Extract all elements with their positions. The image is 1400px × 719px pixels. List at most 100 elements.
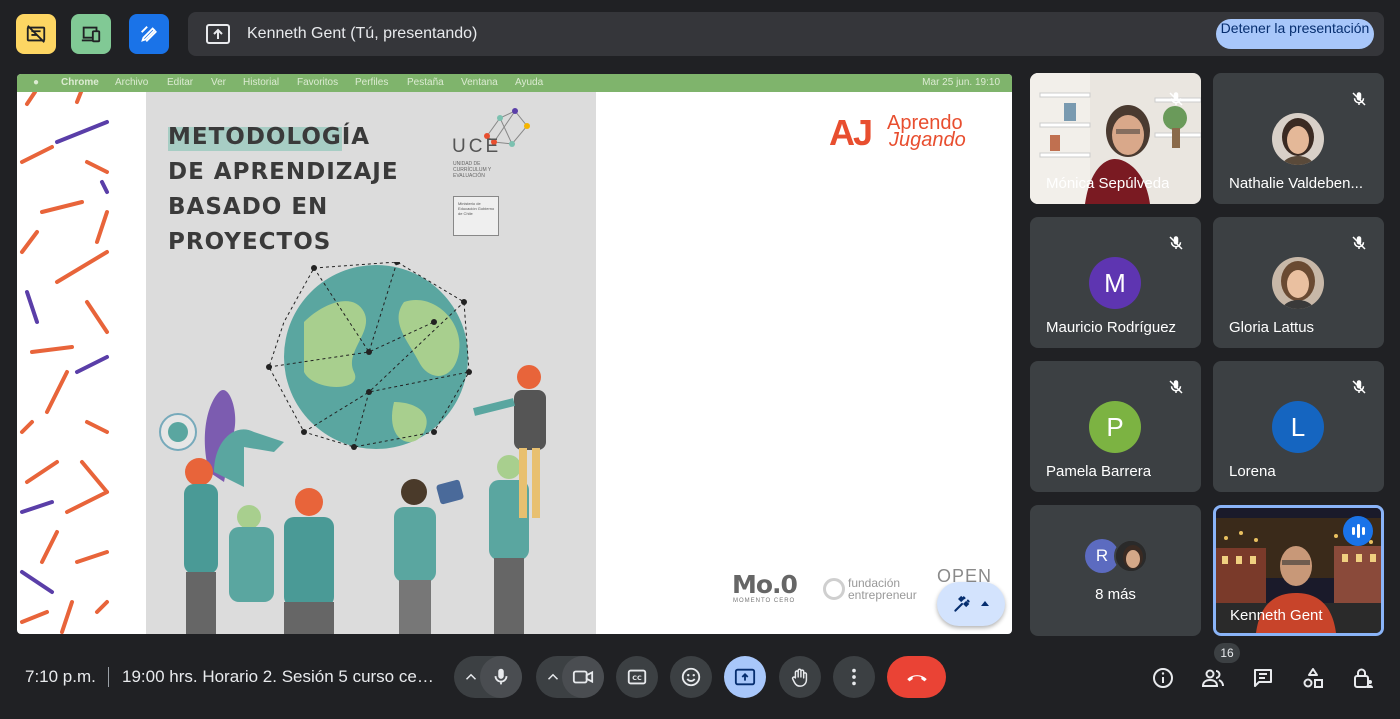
profile-photo xyxy=(1272,257,1324,309)
participant-name: Kenneth Gent xyxy=(1230,607,1323,624)
mic-off-icon xyxy=(1169,380,1183,394)
title-line: PROYECTOS xyxy=(168,229,332,255)
book-cover: METODOLOGÍA DE APRENDIZAJE BASADO EN PRO… xyxy=(146,92,596,634)
participant-tile[interactable]: P Pamela Barrera xyxy=(1030,361,1201,492)
more-participants-tile[interactable]: R 8 más xyxy=(1030,505,1201,636)
speaking-indicator-icon xyxy=(1343,516,1373,546)
menu-item: Ventana xyxy=(461,77,498,88)
divider xyxy=(108,667,109,687)
camera-control[interactable] xyxy=(536,656,604,698)
present-button[interactable] xyxy=(724,656,766,698)
participant-tile[interactable]: M Mauricio Rodríguez xyxy=(1030,217,1201,348)
momento-cero-logo: Mo.0 xyxy=(732,570,798,599)
avatar: L xyxy=(1272,401,1324,453)
presentation-bar: Kenneth Gent (Tú, presentando) Detener l… xyxy=(188,12,1384,56)
chat-icon xyxy=(1254,669,1272,687)
reactions-fab[interactable] xyxy=(937,582,1005,626)
participant-name: Mónica Sepúlveda xyxy=(1046,175,1170,192)
avatar: M xyxy=(1089,257,1141,309)
menu-item: Pestaña xyxy=(407,77,444,88)
decorative-stripes xyxy=(20,92,109,634)
info-icon xyxy=(1153,668,1173,688)
avatar xyxy=(1114,539,1148,573)
momento-cero-subtitle: MOMENTO CERO xyxy=(733,598,796,604)
participant-tile[interactable]: Mónica Sepúlveda xyxy=(1030,73,1201,204)
raise-hand-button[interactable] xyxy=(779,656,821,698)
mic-icon xyxy=(494,668,508,685)
more-options-button[interactable] xyxy=(833,656,875,698)
participant-name: Gloria Lattus xyxy=(1229,319,1315,336)
fundacion-line2: entrepreneur xyxy=(848,588,917,602)
camera-button[interactable] xyxy=(562,656,604,698)
lock-person-icon xyxy=(1354,668,1373,688)
menu-item: Historial xyxy=(243,77,280,88)
top-bar: Kenneth Gent (Tú, presentando) Detener l… xyxy=(0,0,1400,68)
chevron-up-icon xyxy=(547,673,559,680)
participant-tile[interactable]: L Lorena xyxy=(1213,361,1384,492)
camera-icon xyxy=(572,670,594,684)
mac-clock: Mar 25 jun. 19:10 xyxy=(922,77,1000,88)
mac-menu-bar: ● Chrome Archivo Editar Ver Historial Fa… xyxy=(17,74,1012,92)
aj-line2: Jugando xyxy=(889,129,966,151)
effects-icon xyxy=(954,595,970,612)
leave-call-button[interactable] xyxy=(887,656,946,698)
uce-logo: UCE xyxy=(452,136,502,157)
title-line: METODOLOGÍA xyxy=(168,124,371,150)
presenting-label: Kenneth Gent (Tú, presentando) xyxy=(247,25,478,42)
devices-icon xyxy=(81,26,101,43)
participant-tile[interactable]: Gloria Lattus xyxy=(1213,217,1384,348)
apple-icon: ● xyxy=(33,77,40,88)
annotate-button[interactable] xyxy=(129,14,169,54)
activities-panel-button[interactable] xyxy=(1299,664,1327,692)
more-count: 8 más xyxy=(1095,586,1136,603)
title-line: DE APRENDIZAJE xyxy=(168,159,399,185)
avatar: P xyxy=(1089,401,1141,453)
meeting-info-button[interactable] xyxy=(1149,664,1177,692)
cover-title: METODOLOGÍA DE APRENDIZAJE BASADO EN PRO… xyxy=(168,120,399,260)
people-icon xyxy=(1201,669,1224,687)
reactions-button[interactable] xyxy=(670,656,712,698)
svg-text:CC: CC xyxy=(632,674,642,682)
stop-presenting-button[interactable]: Detener la presentación xyxy=(1216,19,1374,49)
aprendo-jugando-logo: AJ Aprendo Jugando xyxy=(829,112,989,154)
hand-icon xyxy=(791,668,808,687)
hang-up-icon xyxy=(906,675,927,682)
avatar xyxy=(1272,113,1324,165)
shapes-icon xyxy=(1303,668,1323,688)
chat-button[interactable] xyxy=(1249,664,1277,692)
menu-item: Perfiles xyxy=(355,77,389,88)
host-controls-button[interactable] xyxy=(1349,664,1377,692)
avatar xyxy=(1272,257,1324,309)
self-tile[interactable]: Kenneth Gent xyxy=(1213,505,1384,636)
ring-icon xyxy=(823,578,845,600)
meet-window: Kenneth Gent (Tú, presentando) Detener l… xyxy=(0,0,1400,719)
clock: 7:10 p.m. xyxy=(25,667,96,686)
profile-photo xyxy=(1272,113,1324,165)
globe-illustration xyxy=(159,262,546,634)
activities-button[interactable] xyxy=(16,14,56,54)
mic-off-icon xyxy=(1169,236,1183,250)
participant-name: Pamela Barrera xyxy=(1046,463,1152,480)
uce-subtitle: UNIDAD DE CURRÍCULUM Y EVALUACIÓN xyxy=(453,161,492,179)
participant-name: Lorena xyxy=(1229,463,1276,480)
devices-button[interactable] xyxy=(71,14,111,54)
profile-photo xyxy=(1116,541,1146,571)
menu-item: Editar xyxy=(167,77,194,88)
mic-off-icon xyxy=(1352,380,1366,394)
people-count-badge: 16 xyxy=(1214,643,1240,663)
no-slides-icon xyxy=(26,25,46,43)
participant-name: Mauricio Rodríguez xyxy=(1046,319,1177,336)
closed-captions-icon: CC xyxy=(627,669,647,685)
emoji-icon xyxy=(681,667,701,687)
menu-item: Ver xyxy=(211,77,227,88)
aj-letters: AJ xyxy=(829,112,873,153)
captions-button[interactable]: CC xyxy=(616,656,658,698)
shared-screen: ● Chrome Archivo Editar Ver Historial Fa… xyxy=(17,74,1012,634)
mic-control[interactable] xyxy=(454,656,522,698)
menu-item: Ayuda xyxy=(515,77,544,88)
people-button[interactable] xyxy=(1199,664,1227,692)
mic-button[interactable] xyxy=(480,656,522,698)
participant-tile[interactable]: Nathalie Valdeben... xyxy=(1213,73,1384,204)
present-screen-icon xyxy=(734,668,756,686)
menu-item: Favoritos xyxy=(297,77,339,88)
